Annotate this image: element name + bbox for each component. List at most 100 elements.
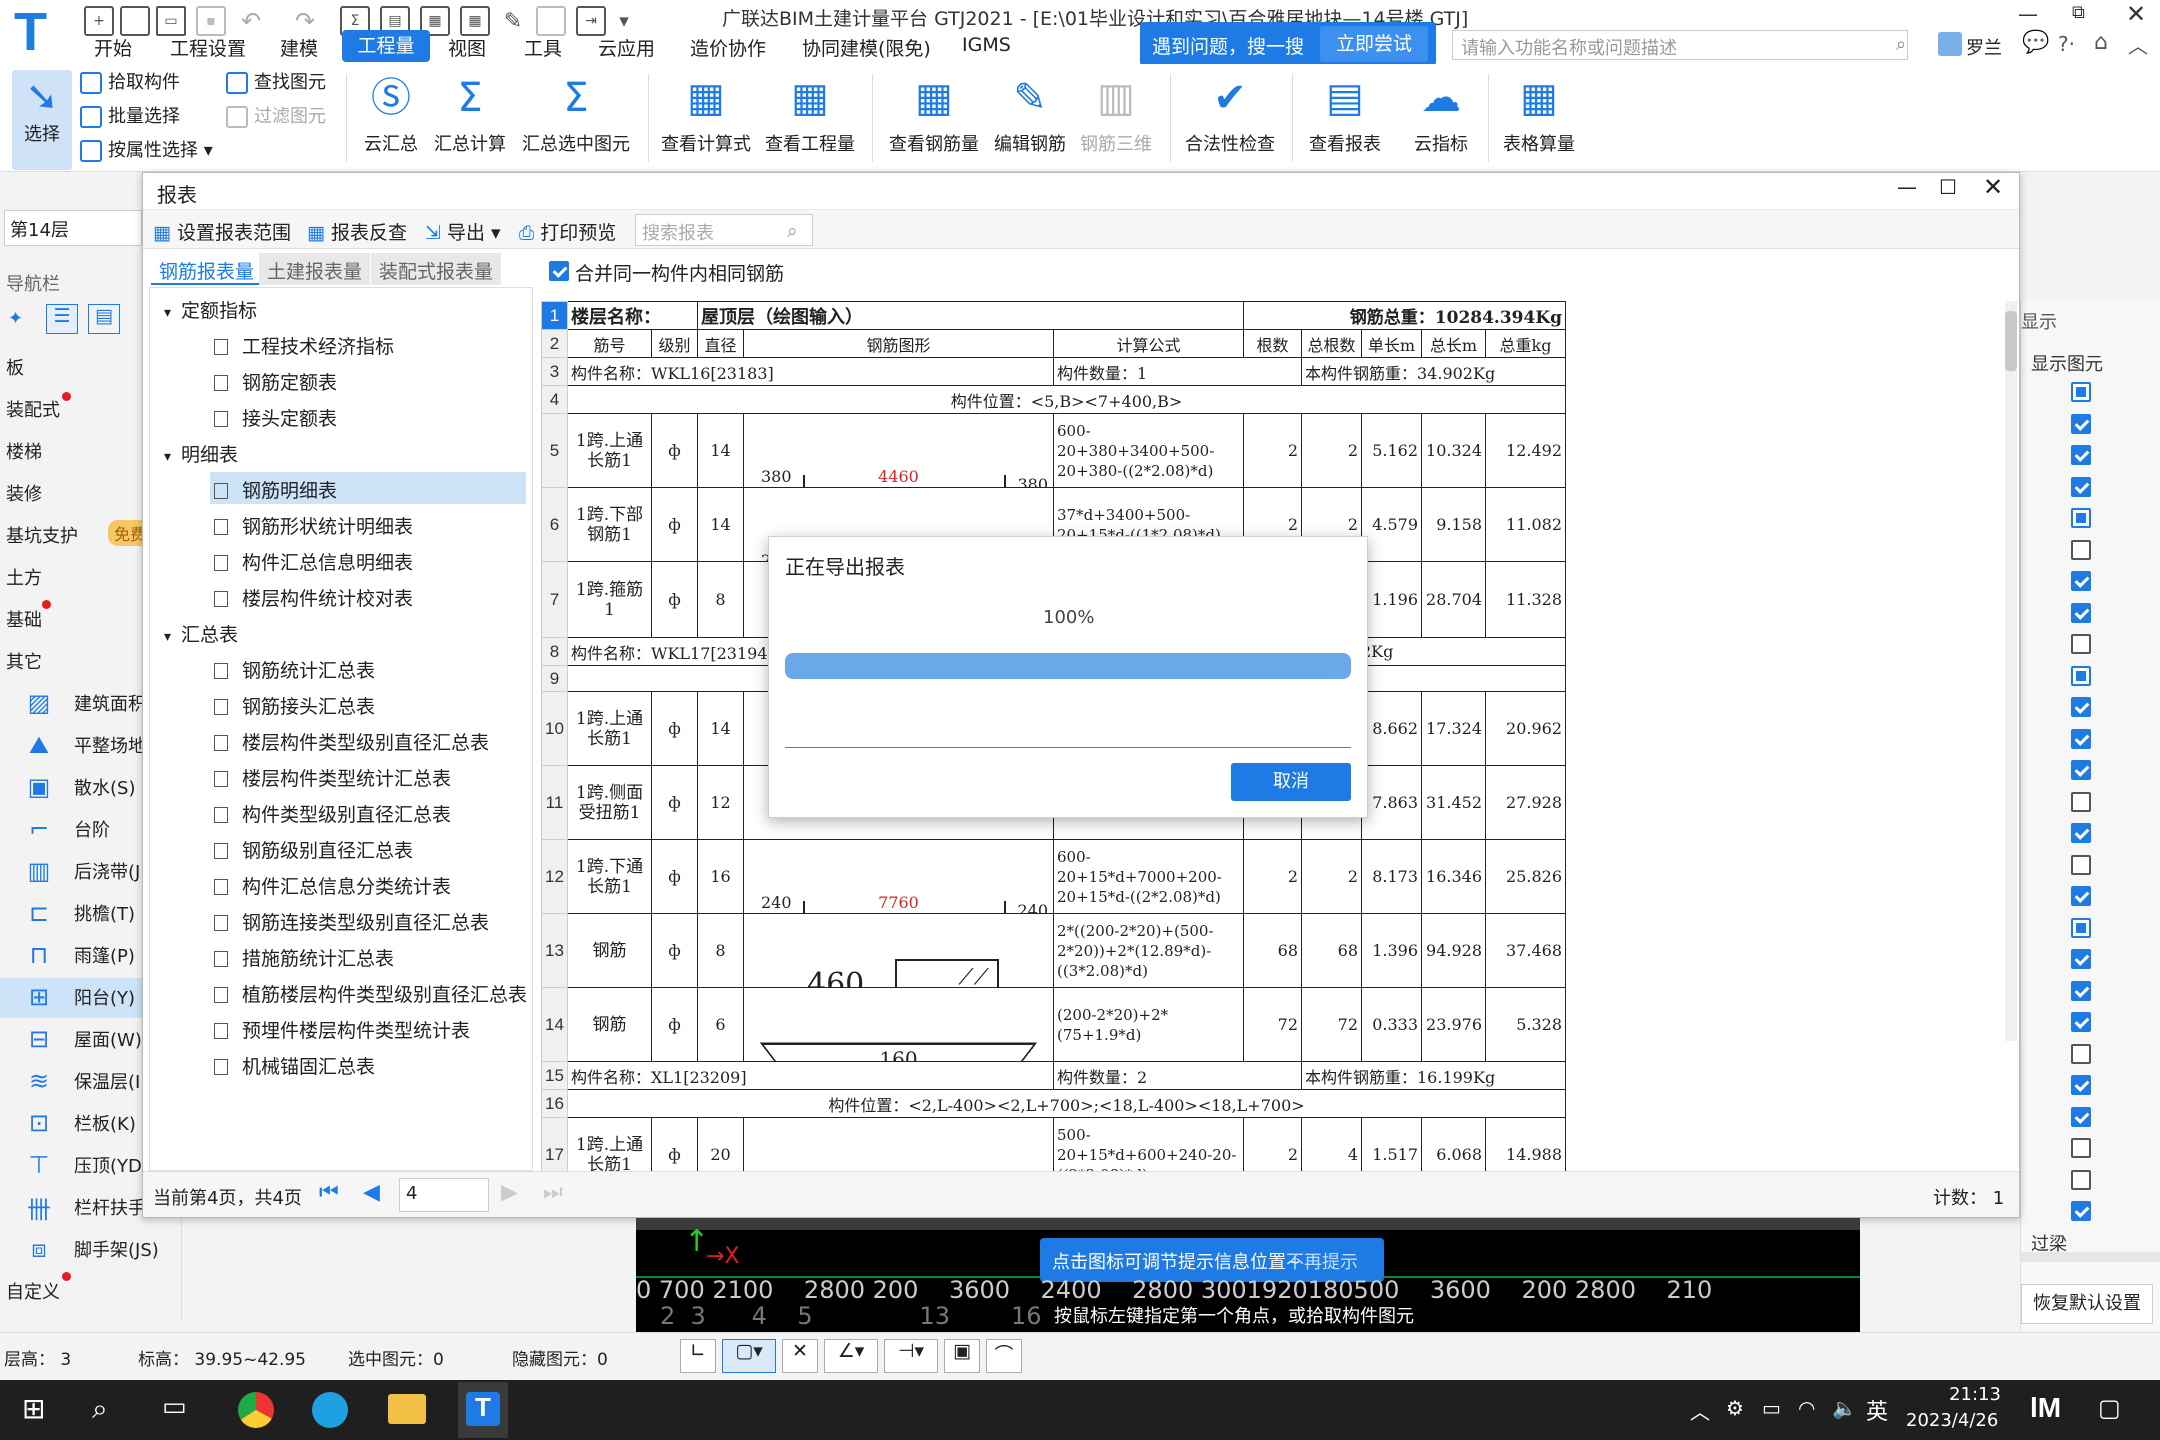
tree-item[interactable]: 工程技术经济指标	[214, 332, 394, 359]
horizontal-scrollbar[interactable]	[2021, 1252, 2160, 1262]
nav-cat-custom[interactable]: 自定义	[6, 1278, 60, 1304]
tree-group[interactable]: ▾ 明细表	[164, 440, 238, 467]
display-checkbox[interactable]	[2071, 917, 2091, 938]
tab-rebar-report[interactable]: 钢筋报表量	[151, 253, 263, 285]
tree-item[interactable]: 钢筋明细表	[214, 476, 337, 503]
collapse-ribbon-icon[interactable]: ︿	[2128, 30, 2148, 59]
file-explorer-icon[interactable]	[388, 1394, 426, 1424]
merge-same-rebar-checkbox[interactable]	[549, 261, 569, 281]
tree-group[interactable]: ▾ 汇总表	[164, 620, 238, 647]
nav-cat-stairs[interactable]: 楼梯	[6, 438, 42, 464]
table-row[interactable]: 3 构件名称：WKL16[23183] 构件数量：1 本构件钢筋重：34.902Kg	[541, 357, 1566, 386]
nav-item[interactable]: 栏板(K)	[74, 1110, 136, 1136]
print-preview-button[interactable]: ⎙ 打印预览	[519, 218, 616, 245]
nav-item[interactable]: 台阶	[74, 816, 110, 842]
gtj-taskbar-active[interactable]: T	[458, 1382, 508, 1438]
calc-icon[interactable]: ▦	[460, 6, 490, 36]
display-checkbox[interactable]	[2071, 1106, 2091, 1127]
display-checkbox[interactable]	[2071, 791, 2091, 812]
view-report-button[interactable]: ▤ 查看报表	[1302, 68, 1388, 168]
menu-collab-modeling[interactable]: 协同建模(限免)	[802, 34, 931, 60]
menu-cloud[interactable]: 云应用	[598, 34, 655, 60]
batch-select-button[interactable]: 批量选择	[80, 102, 180, 128]
legality-check-button[interactable]: ✔ 合法性检查	[1180, 68, 1280, 168]
open-folder-icon[interactable]: ▭	[156, 6, 186, 36]
nav-cat-pit[interactable]: 基坑支护	[6, 522, 78, 548]
grid-icon[interactable]	[536, 6, 566, 36]
tree-item[interactable]: 钢筋形状统计明细表	[214, 512, 413, 539]
next-page-icon[interactable]: ▶	[501, 1180, 518, 1205]
tree-item[interactable]: 措施筋统计汇总表	[214, 944, 394, 971]
tree-item[interactable]: 楼层构件统计校对表	[214, 584, 413, 611]
report-reverse-lookup-button[interactable]: ▦ 报表反查	[307, 218, 407, 245]
report-minimize-icon[interactable]: —	[1897, 175, 1917, 199]
tree-item[interactable]: 钢筋级别直径汇总表	[214, 836, 413, 863]
find-element-button[interactable]: 查找图元	[226, 68, 326, 94]
view-formula-button[interactable]: ▦ 查看计算式	[658, 68, 754, 168]
battery-icon[interactable]: ▭	[1762, 1396, 1781, 1420]
nav-cat-slab[interactable]: 板	[6, 354, 24, 380]
help-try-button[interactable]: 立即尝试	[1320, 26, 1428, 62]
collapse-arrow-icon[interactable]: ▾	[164, 449, 171, 465]
menu-view[interactable]: 视图	[448, 34, 486, 60]
tray-settings-icon[interactable]: ⚙	[1726, 1396, 1744, 1420]
ortho-icon[interactable]: ∟	[680, 1339, 716, 1373]
page-input[interactable]: 4	[399, 1178, 489, 1212]
windows-start-icon[interactable]: ⊞	[22, 1392, 45, 1425]
table-row[interactable]: 171跨.上通长筋1ф203001060240500-20+15*d+600+2…	[541, 1117, 1566, 1171]
tab-prefab-report[interactable]: 装配式报表量	[371, 253, 502, 285]
nav-cat-prefab[interactable]: 装配式	[6, 396, 60, 422]
user-avatar[interactable]	[1938, 32, 1962, 56]
menu-modeling[interactable]: 建模	[280, 34, 318, 60]
tab-civil-report[interactable]: 土建报表量	[259, 253, 371, 285]
nav-item[interactable]: 散水(S)	[74, 774, 135, 800]
tree-item[interactable]: 钢筋定额表	[214, 368, 337, 395]
menu-start[interactable]: 开始	[94, 34, 132, 60]
sum-calc-button[interactable]: Σ 汇总计算	[430, 68, 510, 168]
display-checkbox[interactable]	[2071, 665, 2091, 686]
menu-tools[interactable]: 工具	[524, 34, 562, 60]
select-by-attr-button[interactable]: 按属性选择 ▾	[80, 136, 213, 162]
nav-cat-other[interactable]: 其它	[6, 648, 42, 674]
report-search-icon[interactable]: ⌕	[787, 220, 798, 242]
display-checkbox[interactable]	[2071, 728, 2091, 749]
tree-item[interactable]: 钢筋统计汇总表	[214, 656, 375, 683]
display-checkbox[interactable]	[2071, 539, 2091, 560]
tree-group[interactable]: ▾ 定额指标	[164, 296, 257, 323]
tree-item[interactable]: 接头定额表	[214, 404, 337, 431]
user-name[interactable]: 罗兰	[1966, 34, 2002, 60]
nav-item-balcony[interactable]: 阳台(Y)	[74, 984, 135, 1010]
ime-indicator[interactable]: 英	[1866, 1394, 1888, 1426]
rebar-3d-button[interactable]: ▥ 钢筋三维	[1076, 68, 1156, 168]
nav-cat-foundation[interactable]: 基础	[6, 606, 42, 632]
display-checkbox[interactable]	[2071, 634, 2091, 654]
search-icon[interactable]: ⌕	[1896, 34, 1906, 55]
list-view-icon[interactable]: ☰	[46, 304, 78, 334]
tray-app-icon[interactable]: lM	[2030, 1392, 2061, 1424]
menu-igms[interactable]: IGMS	[962, 34, 1011, 60]
cloud-index-button[interactable]: ☁ 云指标	[1398, 68, 1484, 168]
display-checkbox[interactable]	[2071, 476, 2091, 497]
new-file-icon[interactable]: +	[84, 6, 114, 36]
help-icon[interactable]: ?·	[2058, 32, 2075, 56]
wifi-icon[interactable]: ◠	[1798, 1396, 1815, 1420]
minimize-icon[interactable]: —	[2018, 2, 2038, 26]
tree-item[interactable]: 钢筋接头汇总表	[214, 692, 375, 719]
nav-item[interactable]: 压顶(YD	[74, 1152, 142, 1178]
display-checkbox[interactable]	[2071, 823, 2091, 843]
tree-item[interactable]: 构件类型级别直径汇总表	[214, 800, 451, 827]
table-row[interactable]: 5 1跨.上通长筋1 ф 14 380 4460 380 600-20+380+3400+50…	[541, 413, 1566, 488]
nav-item[interactable]: 屋面(W)	[74, 1026, 142, 1052]
redo-icon[interactable]: ↷	[290, 6, 320, 36]
first-page-icon[interactable]: ⏮	[319, 1180, 339, 1205]
scroll-thumb[interactable]	[2005, 311, 2017, 371]
undo-icon[interactable]: ↶	[236, 6, 266, 36]
volume-icon[interactable]: 🔈	[1832, 1396, 1857, 1420]
blank-file-icon[interactable]	[120, 6, 150, 36]
quick-access-dropdown-icon[interactable]: ▾	[614, 6, 634, 36]
last-page-icon[interactable]: ⏭	[543, 1180, 563, 1205]
table-row[interactable]: 4 构件位置：<5,B><7+400,B>	[541, 385, 1566, 414]
table-row[interactable]: 2 筋号 级别 直径 钢筋图形 计算公式 根数 总根数 单长m 总长m 总重kg	[541, 329, 1566, 358]
save-icon[interactable]: ▪	[196, 6, 226, 36]
edit-rebar-button[interactable]: ✎ 编辑钢筋	[990, 68, 1070, 168]
